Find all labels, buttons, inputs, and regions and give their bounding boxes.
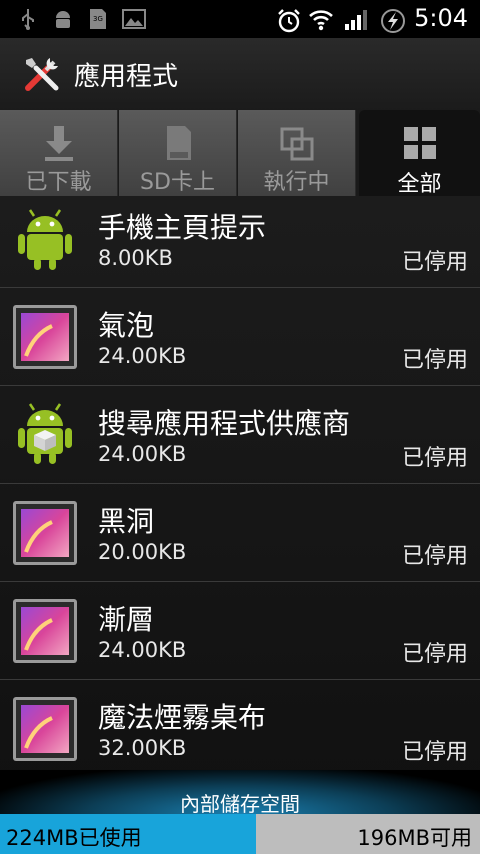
app-status: 已停用 xyxy=(401,250,468,275)
storage-used-label: 224MB已使用 xyxy=(6,826,142,850)
app-name: 黑洞 xyxy=(98,505,155,538)
wallpaper-icon xyxy=(13,599,77,663)
tab-sd-card[interactable]: SD卡上 xyxy=(119,110,237,204)
app-size: 24.00KB xyxy=(98,638,187,662)
list-item[interactable]: 氣泡 24.00KB 已停用 xyxy=(0,288,480,386)
app-list[interactable]: 手機主頁提示 8.00KB 已停用 氣泡 24.00KB 已停用 搜尋應用程式供… xyxy=(0,196,480,786)
svg-text:3G: 3G xyxy=(93,15,103,23)
running-icon xyxy=(280,127,314,161)
status-bar: 3G 5:04 xyxy=(0,0,480,38)
wallpaper-icon xyxy=(13,305,77,369)
app-size: 24.00KB xyxy=(98,344,187,368)
tab-label: 執行中 xyxy=(263,170,330,195)
app-status: 已停用 xyxy=(401,544,468,569)
app-status: 已停用 xyxy=(401,348,468,373)
storage-bar: 224MB已使用 196MB可用 xyxy=(0,814,480,854)
tab-label: 已下載 xyxy=(25,170,92,195)
page-title: 應用程式 xyxy=(74,62,179,92)
app-size: 20.00KB xyxy=(98,540,187,564)
android-box-icon xyxy=(18,403,72,464)
image-icon xyxy=(122,9,146,29)
status-clock: 5:04 xyxy=(414,4,468,32)
list-item[interactable]: 黑洞 20.00KB 已停用 xyxy=(0,484,480,582)
app-size: 8.00KB xyxy=(98,246,173,270)
android-debug-icon xyxy=(56,11,70,28)
app-status: 已停用 xyxy=(401,446,468,471)
app-name: 氣泡 xyxy=(98,309,155,342)
alarm-icon xyxy=(278,9,300,33)
app-name: 漸層 xyxy=(98,603,155,636)
tab-bar: 已下載 SD卡上 執行中 全部 xyxy=(0,110,480,206)
wifi-icon xyxy=(309,10,333,31)
wallpaper-icon xyxy=(13,501,77,565)
list-item[interactable]: 魔法煙霧桌布 32.00KB 已停用 xyxy=(0,680,480,778)
tab-label: SD卡上 xyxy=(140,170,215,195)
tools-icon xyxy=(25,58,59,91)
app-size: 32.00KB xyxy=(98,736,187,760)
grid-icon xyxy=(404,127,436,159)
android-robot-icon xyxy=(18,209,72,270)
sd-card-icon: 3G xyxy=(90,9,106,29)
tab-running[interactable]: 執行中 xyxy=(238,110,356,204)
wallpaper-icon xyxy=(13,697,77,761)
tab-downloaded[interactable]: 已下載 xyxy=(0,110,118,204)
storage-free-label: 196MB可用 xyxy=(357,826,472,850)
list-item[interactable]: 漸層 24.00KB 已停用 xyxy=(0,582,480,680)
battery-charging-icon xyxy=(381,9,405,33)
title-bar: 應用程式 xyxy=(0,38,480,110)
app-name: 手機主頁提示 xyxy=(98,211,267,244)
tab-all[interactable]: 全部 xyxy=(359,110,480,206)
signal-icon xyxy=(345,10,367,30)
sd-card-icon xyxy=(167,126,191,160)
list-item[interactable]: 手機主頁提示 8.00KB 已停用 xyxy=(0,196,480,288)
app-size: 24.00KB xyxy=(98,442,187,466)
list-item[interactable]: 搜尋應用程式供應商 24.00KB 已停用 xyxy=(0,386,480,484)
download-icon xyxy=(45,126,73,161)
app-name: 搜尋應用程式供應商 xyxy=(98,407,351,440)
tab-label: 全部 xyxy=(397,172,442,197)
app-status: 已停用 xyxy=(401,740,468,765)
usb-icon xyxy=(22,9,34,30)
app-status: 已停用 xyxy=(401,642,468,667)
storage-title: 內部儲存空間 xyxy=(180,792,300,816)
app-name: 魔法煙霧桌布 xyxy=(98,701,267,734)
